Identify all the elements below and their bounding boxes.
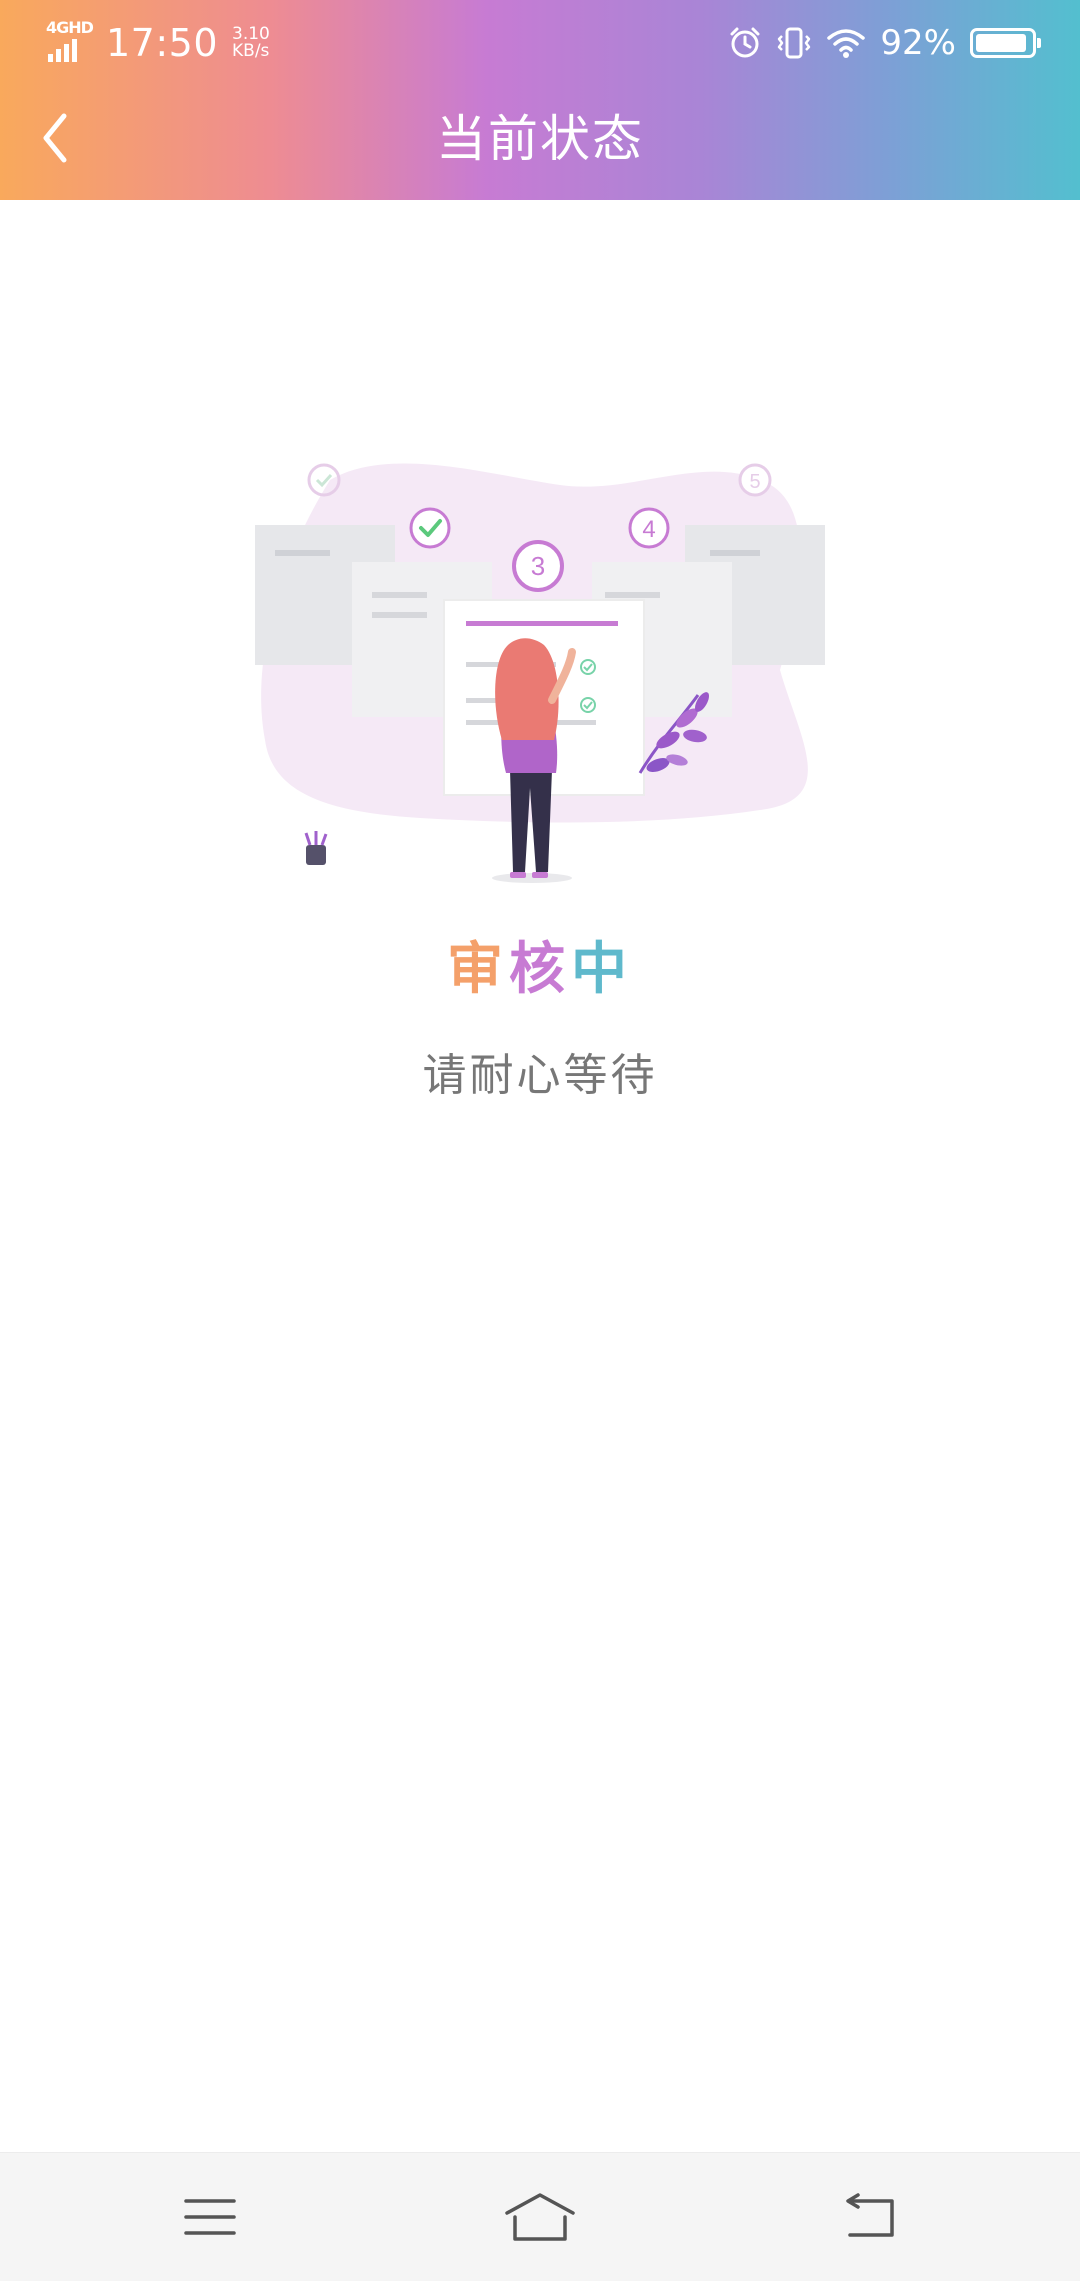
back-icon bbox=[846, 2193, 894, 2237]
page-title: 当前状态 bbox=[436, 110, 644, 168]
battery-level-fill bbox=[976, 34, 1026, 52]
nav-back-button[interactable] bbox=[820, 2181, 920, 2253]
status-right: 92% bbox=[728, 18, 1041, 68]
app-header: 4GHD 17:50 3.10 KB/s 92% 当前状态 bbox=[0, 0, 1080, 200]
step-3-label: 3 bbox=[531, 551, 545, 581]
alarm-icon bbox=[728, 26, 762, 60]
nav-menu-button[interactable] bbox=[160, 2181, 260, 2253]
review-status-title: 审核中 bbox=[0, 930, 1080, 1010]
nav-home-button[interactable] bbox=[490, 2181, 590, 2253]
battery-percent: 92% bbox=[880, 23, 956, 63]
signal-icon bbox=[48, 39, 77, 62]
home-icon bbox=[505, 2193, 575, 2241]
status-char-3: 中 bbox=[571, 937, 633, 1002]
network-indicator: 4GHD bbox=[46, 20, 102, 66]
network-speed: 3.10 KB/s bbox=[232, 26, 270, 60]
vibrate-icon bbox=[776, 25, 812, 61]
status-char-1: 审 bbox=[447, 937, 509, 1002]
status-char-2: 核 bbox=[509, 937, 571, 1002]
step-4-label: 4 bbox=[642, 516, 655, 543]
review-illustration: 3 4 5 bbox=[240, 440, 840, 900]
wifi-icon bbox=[826, 26, 866, 60]
network-speed-unit: KB/s bbox=[232, 41, 270, 61]
system-nav-bar bbox=[0, 2152, 1080, 2281]
title-bar: 当前状态 bbox=[0, 84, 1080, 200]
step-5-label: 5 bbox=[749, 471, 760, 493]
battery-icon bbox=[970, 28, 1041, 58]
status-bar: 4GHD 17:50 3.10 KB/s 92% bbox=[0, 0, 1080, 84]
clock: 17:50 bbox=[106, 21, 219, 65]
status-left: 4GHD 17:50 3.10 KB/s bbox=[46, 18, 270, 68]
network-type-label: 4GHD bbox=[46, 18, 94, 37]
menu-icon bbox=[184, 2199, 236, 2235]
review-status-subtitle: 请耐心等待 bbox=[422, 1050, 658, 1101]
